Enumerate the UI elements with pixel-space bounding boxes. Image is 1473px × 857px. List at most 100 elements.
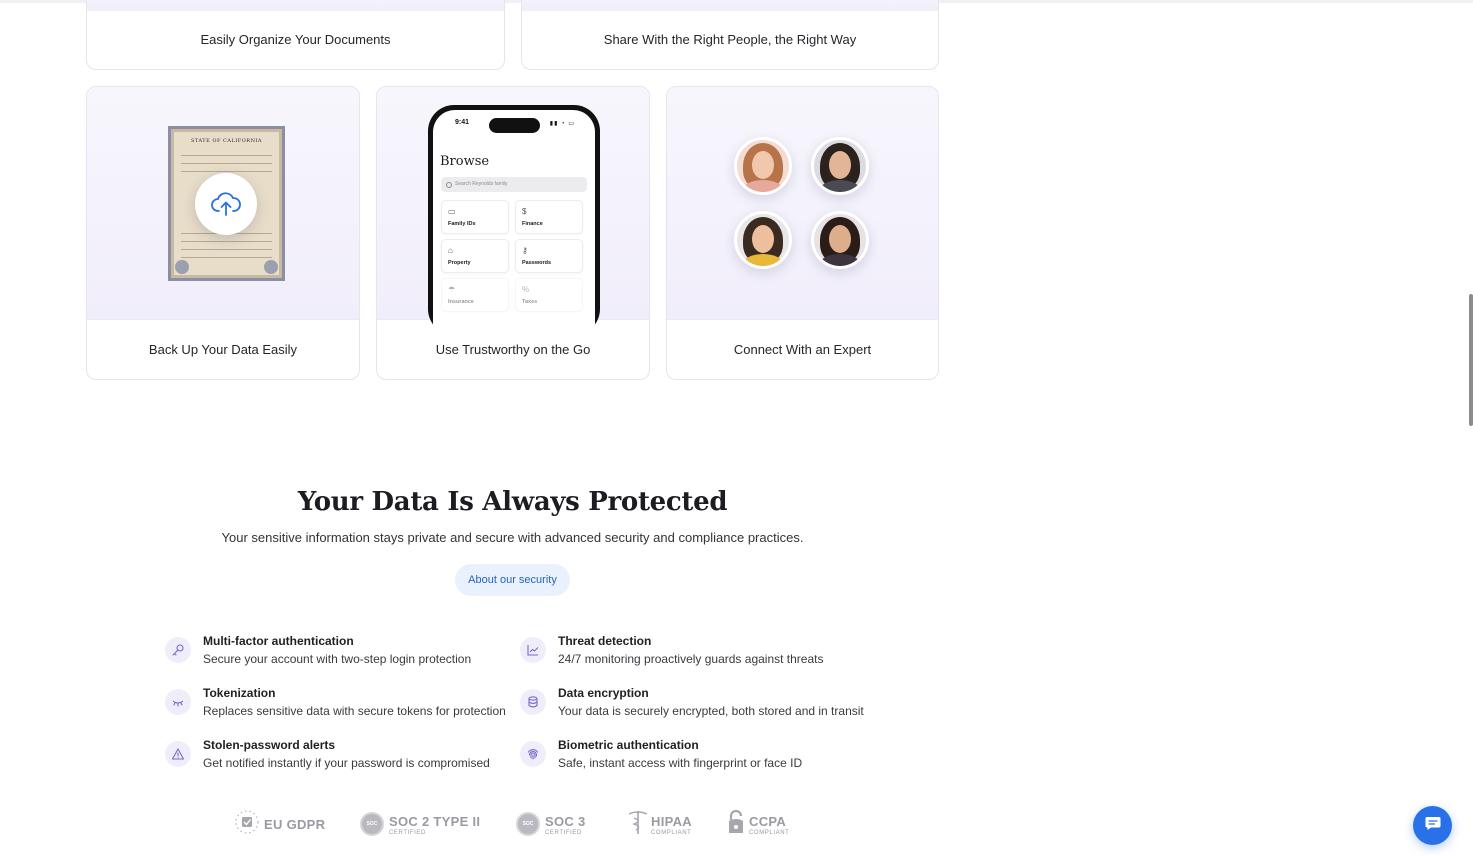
feature-desc: Secure your account with two-step login … xyxy=(203,652,472,666)
eye-closed-icon xyxy=(165,689,191,715)
phone-tile: ⌂ Property xyxy=(441,239,509,273)
feature-biometric: Biometric authentication Safe, instant a… xyxy=(520,738,860,778)
certificate-line xyxy=(181,171,272,172)
phone-tile: ⚷ Passwords xyxy=(515,239,583,273)
cloud-upload-icon xyxy=(195,173,257,235)
feature-title: Biometric authentication xyxy=(558,738,699,752)
tile-label: Family IDs xyxy=(448,221,476,227)
avatar-body xyxy=(743,254,783,266)
about-security-button[interactable]: About our security xyxy=(455,564,570,596)
feature-mfa: Multi-factor authentication Secure your … xyxy=(165,634,505,674)
avatar-body xyxy=(820,254,860,266)
feature-title: Multi-factor authentication xyxy=(203,634,354,648)
soc-seal-icon: SOC xyxy=(360,812,384,836)
phone-heading: Browse xyxy=(440,154,490,169)
tile-label: Insurance xyxy=(448,299,474,305)
scrollbar-thumb[interactable] xyxy=(1469,294,1473,426)
expert-avatar xyxy=(734,137,792,195)
feature-desc: Safe, instant access with fingerprint or… xyxy=(558,756,803,770)
badge-label: HIPAA xyxy=(651,813,692,829)
expert-avatar xyxy=(811,211,869,269)
certificate-line xyxy=(181,249,272,250)
card-backup-data[interactable]: STATE OF CALIFORNIA Back Up Your Data Ea… xyxy=(86,86,360,380)
phone-search: Search Reynolds family xyxy=(441,177,587,192)
badge-ccpa: CCPA COMPLIANT xyxy=(726,808,789,840)
home-icon: ⌂ xyxy=(448,246,453,255)
badge-sublabel: COMPLIANT xyxy=(749,829,790,836)
certificate-line xyxy=(181,241,272,242)
chat-button[interactable] xyxy=(1413,806,1452,845)
percent-icon: % xyxy=(522,285,530,294)
warning-icon xyxy=(165,741,191,767)
feature-desc: 24/7 monitoring proactively guards again… xyxy=(558,652,824,666)
avatar-face xyxy=(829,225,851,253)
key-icon xyxy=(165,637,191,663)
badge-sublabel: CERTIFIED xyxy=(389,829,426,836)
chart-line-icon xyxy=(520,637,546,663)
certificate-seal xyxy=(175,260,189,274)
card-media: 9:41 ▮▮ ◔ ▭ Browse Search Reynolds famil… xyxy=(377,87,649,335)
feature-desc: Replaces sensitive data with secure toke… xyxy=(203,704,506,718)
gdpr-stars-icon xyxy=(234,809,260,840)
expert-avatar xyxy=(734,211,792,269)
card-caption: Use Trustworthy on the Go xyxy=(435,341,591,357)
tile-label: Finance xyxy=(522,221,543,227)
badge-label: SOC 2 TYPE II xyxy=(389,813,481,829)
database-icon xyxy=(520,689,546,715)
avatar-face xyxy=(829,151,851,179)
fingerprint-icon xyxy=(520,741,546,767)
feature-title: Threat detection xyxy=(558,634,652,648)
certificate-line xyxy=(181,257,272,258)
expert-avatar xyxy=(811,137,869,195)
chat-icon xyxy=(1424,814,1442,837)
card-caption: Connect With an Expert xyxy=(733,341,872,357)
feature-tokenization: Tokenization Replaces sensitive data wit… xyxy=(165,686,506,726)
tile-label: Taxes xyxy=(522,299,538,305)
phone-tile: ▭ Family IDs xyxy=(441,200,509,234)
badge-label: EU GDPR xyxy=(264,816,326,832)
signal-battery-icon: ▮▮ ◔ ▭ xyxy=(549,121,575,127)
certificate-seal xyxy=(264,260,278,274)
card-media: STATE OF CALIFORNIA xyxy=(87,87,359,320)
badge-soc2: SOC SOC 2 TYPE II CERTIFIED xyxy=(360,808,480,840)
soc-seal-icon: SOC xyxy=(516,812,540,836)
tile-label: Passwords xyxy=(522,260,552,266)
dollar-icon: $ xyxy=(522,207,527,216)
feature-title: Stolen-password alerts xyxy=(203,738,336,752)
certificate-line xyxy=(181,163,272,164)
card-connect-expert[interactable]: Connect With an Expert xyxy=(666,86,939,380)
feature-desc: Get notified instantly if your password … xyxy=(203,756,490,770)
badge-label: CCPA xyxy=(749,813,787,829)
tile-label: Property xyxy=(448,260,471,266)
badge-hipaa: HIPAA COMPLIANT xyxy=(626,808,692,840)
section-title: Your Data Is Always Protected xyxy=(297,487,728,517)
badge-label: SOC 3 xyxy=(545,813,586,829)
phone-tile: % Taxes xyxy=(515,278,583,312)
card-share-documents[interactable]: Share With the Right People, the Right W… xyxy=(521,0,939,70)
feature-threat-detection: Threat detection 24/7 monitoring proacti… xyxy=(520,634,860,674)
badge-soc3: SOC SOC 3 CERTIFIED xyxy=(516,808,586,840)
badge-sublabel: CERTIFIED xyxy=(545,829,582,836)
phone-tile: ☂ Insurance xyxy=(441,278,509,312)
dynamic-island xyxy=(489,118,540,133)
scrollbar[interactable] xyxy=(1467,0,1473,857)
badge-eu-gdpr: EU GDPR xyxy=(234,808,325,840)
phone-tile: $ Finance xyxy=(515,200,583,234)
feature-title: Data encryption xyxy=(558,686,649,700)
feature-data-encryption: Data encryption Your data is securely en… xyxy=(520,686,864,726)
avatar-face xyxy=(752,151,774,179)
feature-title: Tokenization xyxy=(203,686,276,700)
phone-mockup: 9:41 ▮▮ ◔ ▭ Browse Search Reynolds famil… xyxy=(428,105,600,335)
card-caption: Back Up Your Data Easily xyxy=(148,341,298,357)
avatar-body xyxy=(820,180,860,192)
feature-password-alerts: Stolen-password alerts Get notified inst… xyxy=(165,738,505,778)
avatar-face xyxy=(752,225,774,253)
card-caption: Easily Organize Your Documents xyxy=(200,31,391,47)
certificate-title: STATE OF CALIFORNIA xyxy=(190,138,263,144)
card-media xyxy=(667,87,938,320)
caduceus-icon xyxy=(626,808,650,841)
card-mobile-app[interactable]: 9:41 ▮▮ ◔ ▭ Browse Search Reynolds famil… xyxy=(376,86,650,380)
umbrella-icon: ☂ xyxy=(448,285,456,294)
card-organize-documents[interactable]: Easily Organize Your Documents xyxy=(86,0,505,70)
lock-icon xyxy=(726,808,746,841)
